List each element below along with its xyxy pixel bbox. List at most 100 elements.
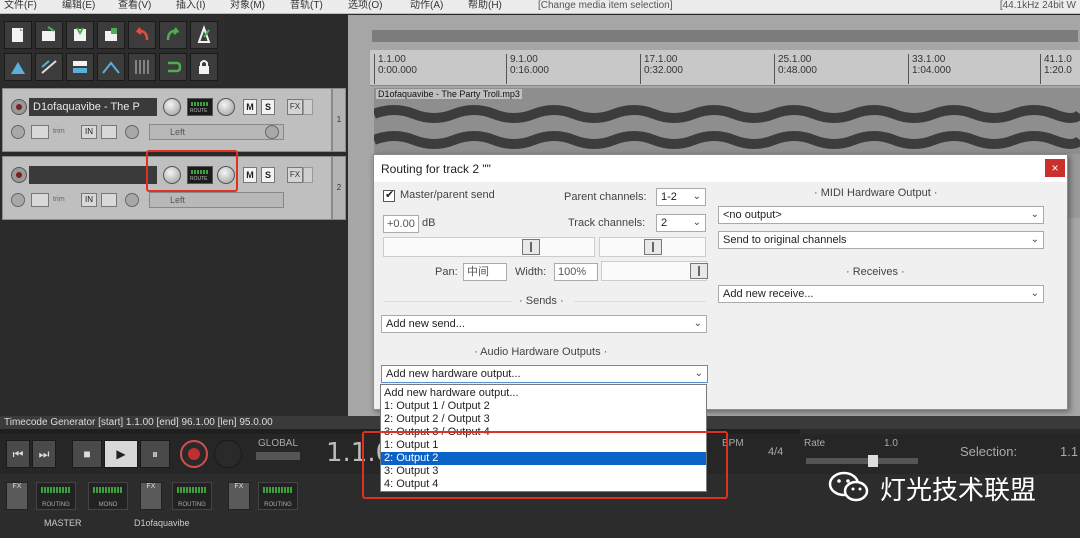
volume-knob[interactable] <box>163 98 181 116</box>
envelope-icon[interactable] <box>128 53 156 81</box>
volume-field[interactable]: +0.00 <box>383 215 419 233</box>
metronome-icon[interactable] <box>190 21 218 49</box>
open-project-icon[interactable] <box>35 21 63 49</box>
record-arm-button[interactable] <box>11 167 27 183</box>
save-project-icon[interactable] <box>66 21 94 49</box>
fx-bypass-button[interactable] <box>303 167 313 183</box>
pan-slider[interactable] <box>599 237 706 257</box>
pan-knob[interactable] <box>217 98 235 116</box>
list-item[interactable]: 2: Output 2 / Output 3 <box>381 413 706 426</box>
input-monitor-button[interactable] <box>101 193 117 207</box>
menu-options[interactable]: 选项(O) <box>348 0 382 12</box>
input-select[interactable]: Left <box>149 124 284 140</box>
phase-icon[interactable] <box>11 125 25 139</box>
add-hardware-output-select[interactable]: Add new hardware output... ⌄ <box>381 365 708 383</box>
mute-button[interactable]: M <box>243 99 257 115</box>
highlight-routing-button <box>146 150 238 192</box>
solo-button[interactable]: S <box>261 167 275 183</box>
width-slider-thumb[interactable] <box>690 263 708 279</box>
fx-button[interactable]: FX <box>287 99 303 115</box>
record-arm-button[interactable] <box>11 99 27 115</box>
stop-button[interactable]: ■ <box>72 440 102 468</box>
fx-bypass-button[interactable] <box>303 99 313 115</box>
pause-button[interactable]: ⏸ <box>140 440 170 468</box>
track-routing-button[interactable]: ROUTING <box>172 482 212 510</box>
routing-button[interactable]: ROUTE <box>187 98 213 116</box>
track-channels-select[interactable]: 2 ⌄ <box>656 214 706 232</box>
time-signature: 4/4 <box>768 446 784 458</box>
width-field[interactable]: 100% <box>554 263 598 281</box>
rate-label: Rate <box>804 438 826 449</box>
menu-view[interactable]: 查看(V) <box>118 0 151 12</box>
master-mono-button[interactable]: MONO <box>88 482 128 510</box>
lock-icon[interactable] <box>190 53 218 81</box>
menu-item[interactable]: 对象(M) <box>230 0 265 12</box>
track2-fx-button[interactable]: FX <box>228 482 250 510</box>
input-button[interactable]: IN <box>81 193 97 207</box>
global-slider[interactable] <box>256 452 300 460</box>
list-item[interactable]: Add new hardware output... <box>381 387 706 400</box>
track2-routing-button[interactable]: ROUTING <box>258 482 298 510</box>
rate-value: 1.0 <box>884 438 898 449</box>
midi-output-select[interactable]: <no output> ⌄ <box>718 206 1044 224</box>
midi-channels-select[interactable]: Send to original channels ⌄ <box>718 231 1044 249</box>
phase-icon[interactable] <box>11 193 25 207</box>
chevron-down-icon[interactable] <box>265 125 279 139</box>
track-fx-button[interactable]: FX <box>140 482 162 510</box>
repeat-button[interactable] <box>214 440 242 468</box>
last-action-label: [Change media item selection] <box>538 0 673 11</box>
pan-slider-thumb[interactable] <box>644 239 662 255</box>
track-number: 1 <box>332 88 346 152</box>
track-1-header[interactable]: D1ofaquavibe - The P ROUTE M S FX trim I… <box>2 88 332 152</box>
width-slider[interactable] <box>601 261 708 281</box>
fx-button[interactable]: FX <box>287 167 303 183</box>
menu-edit[interactable]: 编辑(E) <box>62 0 95 12</box>
grid-icon[interactable] <box>4 53 32 81</box>
media-item-label: D1ofaquavibe - The Party Troll.mp3 <box>376 89 522 99</box>
volume-slider-thumb[interactable] <box>522 239 540 255</box>
mute-button[interactable]: M <box>243 167 257 183</box>
track-name[interactable]: D1ofaquavibe - The P <box>29 98 157 116</box>
project-settings-icon[interactable] <box>97 21 125 49</box>
media-item[interactable]: D1ofaquavibe - The Party Troll.mp3 <box>374 88 1080 154</box>
auto-crossfade-icon[interactable] <box>97 53 125 81</box>
ruler-tick: 41.1.0 1:20.0 <box>1040 54 1072 84</box>
play-button[interactable]: ▶ <box>104 440 138 468</box>
parent-channels-select[interactable]: 1-2 ⌄ <box>656 188 706 206</box>
list-item[interactable]: 1: Output 1 / Output 2 <box>381 400 706 413</box>
snap-icon[interactable] <box>66 53 94 81</box>
input-monitor-button[interactable] <box>101 125 117 139</box>
menu-help[interactable]: 帮助(H) <box>468 0 502 12</box>
selection-value: 1.1 <box>1060 444 1079 459</box>
record-button[interactable] <box>180 440 208 468</box>
timeline-ruler[interactable]: 1.1.00 0:00.000 9.1.00 0:16.000 17.1.00 0:3… <box>370 50 1080 86</box>
redo-icon[interactable] <box>159 21 187 49</box>
input-fx-icon[interactable] <box>125 193 139 207</box>
menu-file[interactable]: 文件(F) <box>4 0 37 12</box>
menu-track[interactable]: 音轨(T) <box>290 0 323 12</box>
close-button[interactable]: × <box>1045 159 1065 177</box>
volume-slider[interactable] <box>383 237 595 257</box>
pan-field[interactable]: 中间 <box>463 263 507 281</box>
loop-icon[interactable] <box>159 53 187 81</box>
go-to-end-button[interactable]: ⏭ <box>32 440 56 468</box>
solo-button[interactable]: S <box>261 99 275 115</box>
master-fx-button[interactable]: FX <box>6 482 28 510</box>
undo-icon[interactable] <box>128 21 156 49</box>
menu-actions[interactable]: 动作(A) <box>410 0 443 12</box>
new-project-icon[interactable] <box>4 21 32 49</box>
menu-insert[interactable]: 插入(I) <box>176 0 205 12</box>
add-send-select[interactable]: Add new send... ⌄ <box>381 315 707 333</box>
track-name[interactable] <box>29 166 157 184</box>
input-fx-icon[interactable] <box>125 125 139 139</box>
input-button[interactable]: IN <box>81 125 97 139</box>
ripple-edit-icon[interactable] <box>35 53 63 81</box>
master-routing-button[interactable]: ROUTING <box>36 482 76 510</box>
master-send-checkbox[interactable] <box>383 188 395 202</box>
envelope-button[interactable] <box>31 193 49 207</box>
envelope-button[interactable] <box>31 125 49 139</box>
add-receive-select[interactable]: Add new receive... ⌄ <box>718 285 1044 303</box>
go-to-start-button[interactable]: ⏮ <box>6 440 30 468</box>
rate-slider[interactable] <box>806 455 918 467</box>
input-select[interactable]: Left <box>149 192 284 208</box>
